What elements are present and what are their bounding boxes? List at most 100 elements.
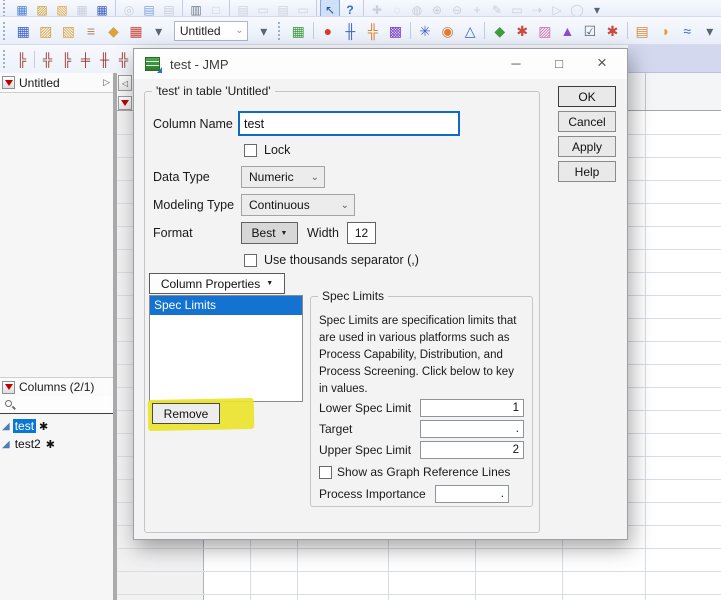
cell-plot-icon[interactable]: ▩: [384, 19, 407, 43]
panel-splitter[interactable]: [113, 73, 117, 600]
table-combobox[interactable]: Untitled ⌄: [173, 20, 249, 41]
open-folder-icon[interactable]: ▧: [52, 0, 72, 16]
width-input[interactable]: [347, 222, 376, 244]
database-open-icon[interactable]: ≡: [80, 19, 103, 43]
oval-tool-icon[interactable]: ◯: [567, 0, 587, 16]
toolbar-overflow-icon[interactable]: ▾: [252, 19, 275, 43]
lower-spec-limit-input[interactable]: [420, 399, 524, 417]
graph-builder-icon[interactable]: ●: [317, 19, 340, 43]
table-red-triangle-button[interactable]: [2, 76, 15, 89]
annotate-tool-icon[interactable]: ▭: [507, 0, 527, 16]
columns-panel-header: Columns (2/1): [0, 377, 113, 397]
upper-spec-limit-input[interactable]: [420, 441, 524, 459]
pencil-tool-icon[interactable]: ✎: [487, 0, 507, 16]
column-name-input[interactable]: [238, 111, 460, 136]
partition-icon[interactable]: ◆: [488, 19, 511, 43]
rows-red-triangle-button[interactable]: [118, 96, 132, 110]
append-window-icon[interactable]: ▭: [253, 0, 273, 16]
lasso-tool-icon[interactable]: ◌: [387, 0, 407, 16]
fit-model-icon[interactable]: ✳: [414, 19, 437, 43]
apply-button[interactable]: Apply: [558, 136, 616, 157]
property-list-item[interactable]: Spec Limits: [150, 296, 302, 315]
doe-full-factorial-icon[interactable]: ╠: [57, 48, 76, 70]
fit-curve-icon[interactable]: ≈: [676, 19, 699, 43]
data-type-dropdown[interactable]: Numeric ⌄: [241, 166, 325, 188]
columns-search-field[interactable]: [0, 396, 113, 414]
new-journal-page-icon[interactable]: ▤: [273, 0, 293, 16]
blank-page-icon[interactable]: ▭: [293, 0, 313, 16]
maximize-button[interactable]: □: [544, 52, 574, 74]
dialog-titlebar[interactable]: test - JMP ─ □ ×: [134, 49, 627, 79]
tile-windows-icon[interactable]: ▦: [287, 19, 310, 43]
thousands-separator-checkbox[interactable]: [244, 254, 257, 267]
columns-list: ◢ test ✱ ◢ test2 ✱: [0, 417, 113, 453]
column-list-item[interactable]: ◢ test ✱: [0, 417, 113, 435]
process-importance-input[interactable]: [435, 485, 509, 503]
cancel-button[interactable]: Cancel: [558, 111, 616, 132]
crosshair-tool-icon[interactable]: +: [467, 0, 487, 16]
ternary-plot-icon[interactable]: △: [459, 19, 482, 43]
journal-icon[interactable]: ▥: [186, 0, 206, 16]
data-grid-icon[interactable]: ▦: [125, 19, 148, 43]
format-best-button[interactable]: Best ▼: [241, 222, 298, 244]
minimize-button[interactable]: ─: [501, 52, 531, 74]
doe-mixture-design-icon[interactable]: ╪: [76, 48, 95, 70]
column-properties-button[interactable]: Column Properties ▼: [149, 273, 285, 294]
find-icon[interactable]: ◎: [119, 0, 139, 16]
grid-column-divider: [645, 73, 646, 110]
remove-button[interactable]: Remove: [152, 403, 220, 424]
data-type-value: Numeric: [249, 170, 294, 184]
time-series-icon[interactable]: ✱: [511, 19, 534, 43]
toolbar-separator: [484, 22, 486, 39]
disclosure-right-icon[interactable]: ▷: [103, 77, 110, 88]
doe-response-surface-icon[interactable]: ╫: [95, 48, 114, 70]
open-folder-icon[interactable]: ▧: [57, 19, 80, 43]
toolbar-overflow-icon[interactable]: ▾: [587, 0, 607, 16]
modeling-type-dropdown[interactable]: Continuous ⌄: [241, 194, 355, 216]
save-icon[interactable]: ▦: [72, 0, 92, 16]
new-data-table-icon[interactable]: ▦: [12, 19, 35, 43]
doe-taguchi-icon[interactable]: ╬: [114, 48, 133, 70]
pie-chart-icon[interactable]: ◑: [653, 19, 676, 43]
paste-icon[interactable]: ▤: [159, 0, 179, 16]
distribution-icon[interactable]: ╫: [339, 19, 362, 43]
connector-tool-icon[interactable]: ⇢: [527, 0, 547, 16]
open-script-icon[interactable]: ▨: [35, 19, 58, 43]
zoom-out-tool-icon[interactable]: ⊖: [447, 0, 467, 16]
collapse-panel-button[interactable]: ◁: [118, 75, 132, 91]
control-chart-builder-icon[interactable]: ☑: [579, 19, 602, 43]
toolbar-overflow-icon[interactable]: ▾: [698, 19, 721, 43]
brush-tool-icon[interactable]: ◍: [407, 0, 427, 16]
tabulate-icon[interactable]: ▤: [631, 19, 654, 43]
open-script-icon[interactable]: ▨: [32, 0, 52, 16]
save-session-icon[interactable]: ◆: [102, 19, 125, 43]
close-button[interactable]: ×: [587, 52, 617, 74]
copy-icon[interactable]: ▤: [139, 0, 159, 16]
help-tool-icon[interactable]: ?: [340, 0, 360, 16]
copy-window-icon[interactable]: ▤: [233, 0, 253, 16]
new-data-table-icon[interactable]: ▦: [12, 0, 32, 16]
arrow-cursor-icon[interactable]: ↖: [320, 0, 340, 16]
grabber-tool-icon[interactable]: ✚: [367, 0, 387, 16]
fit-y-by-x-icon[interactable]: ╬: [362, 19, 385, 43]
zoom-in-tool-icon[interactable]: ⊕: [427, 0, 447, 16]
contour-profiler-icon[interactable]: ◉: [436, 19, 459, 43]
doe-custom-design-icon[interactable]: ╠: [12, 48, 31, 70]
mixture-profiler-icon[interactable]: ▲: [556, 19, 579, 43]
toolbar-row-2: ▦ ▨ ▧ ≡ ◆ ▦ ▾ Untitled ⌄ ▾ ▦ ● ╫ ╬ ▩ ✳ ◉ △ ◆ ✱ ▨ ▲ ☑ ✱ ▤ ◑ ≈ ▾: [0, 17, 721, 45]
graph-reference-lines-checkbox[interactable]: [319, 466, 332, 479]
variability-chart-icon[interactable]: ✱: [601, 19, 624, 43]
doe-screening-design-icon[interactable]: ╬: [38, 48, 57, 70]
layout-icon[interactable]: □: [206, 0, 226, 16]
surface-plot-icon[interactable]: ▨: [534, 19, 557, 43]
columns-red-triangle-button[interactable]: [2, 380, 15, 394]
lock-checkbox[interactable]: [244, 144, 257, 157]
column-list-item[interactable]: ◢ test2 ✱: [0, 435, 113, 453]
polygon-tool-icon[interactable]: ▷: [547, 0, 567, 16]
toolbar-overflow-icon[interactable]: ▾: [147, 19, 170, 43]
target-input[interactable]: [420, 420, 524, 438]
ok-button[interactable]: OK: [558, 86, 616, 107]
save-as-icon[interactable]: ▦: [92, 0, 112, 16]
toolbar-row-1: ▦ ▨ ▧ ▦ ▦ ◎ ▤ ▤ ▥ □ ▤ ▭ ▤ ▭ ↖? ✚ ◌ ◍ ⊕ ⊖ + ✎ ▭ ⇢ ▷ ◯ ▾: [0, 0, 721, 17]
help-button[interactable]: Help: [558, 161, 616, 182]
